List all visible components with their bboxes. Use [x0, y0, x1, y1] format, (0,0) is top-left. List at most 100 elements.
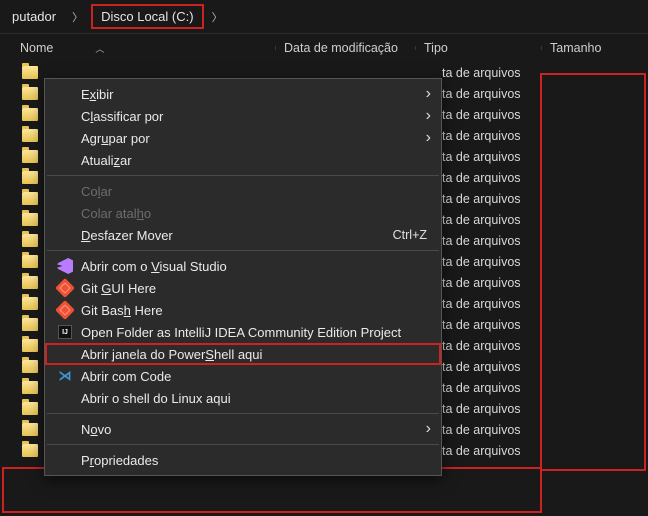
type-label: ta de arquivos — [440, 129, 521, 143]
menu-item-sort-by[interactable]: Classificar por › — [45, 105, 441, 127]
folder-icon — [22, 87, 38, 100]
folder-icon — [22, 66, 38, 79]
menu-item-label: Desfazer Mover — [81, 228, 393, 243]
intellij-icon: IJ — [55, 325, 75, 339]
menu-item-label: Exibir — [81, 87, 420, 102]
column-headers: Nome ︿ Data de modificação Tipo Tamanho — [0, 34, 648, 62]
menu-item-shortcut: Ctrl+Z — [393, 228, 427, 242]
type-label: ta de arquivos — [440, 423, 521, 437]
git-icon — [55, 281, 75, 295]
git-icon — [55, 303, 75, 317]
menu-separator — [47, 175, 439, 176]
type-label: ta de arquivos — [440, 171, 521, 185]
breadcrumb: putador 〉 Disco Local (C:) 〉 — [0, 0, 648, 34]
type-label: ta de arquivos — [440, 108, 521, 122]
menu-item-label: Classificar por — [81, 109, 420, 124]
menu-item-label: Abrir o shell do Linux aqui — [81, 391, 431, 406]
menu-item-open-visual-studio[interactable]: Abrir com o Visual Studio — [45, 255, 441, 277]
type-label: ta de arquivos — [440, 192, 521, 206]
column-header-size-label: Tamanho — [550, 41, 601, 55]
folder-icon — [22, 171, 38, 184]
visual-studio-icon — [55, 258, 75, 274]
menu-item-label: Atualizar — [81, 153, 431, 168]
type-label: ta de arquivos — [440, 255, 521, 269]
menu-item-label: Git GUI Here — [81, 281, 431, 296]
folder-icon — [22, 360, 38, 373]
menu-item-label: Abrir com Code — [81, 369, 431, 384]
folder-icon — [22, 297, 38, 310]
menu-item-label: Colar atalho — [81, 206, 431, 221]
menu-item-linux-shell[interactable]: Abrir o shell do Linux aqui — [45, 387, 441, 409]
menu-item-label: Colar — [81, 184, 431, 199]
folder-icon — [22, 276, 38, 289]
type-label: ta de arquivos — [440, 87, 521, 101]
menu-item-label: Git Bash Here — [81, 303, 431, 318]
type-label: ta de arquivos — [440, 402, 521, 416]
folder-icon — [22, 129, 38, 142]
submenu-arrow-icon: › — [426, 130, 431, 146]
menu-item-label: Abrir janela do PowerShell aqui — [81, 347, 431, 362]
folder-icon — [22, 108, 38, 121]
type-label: ta de arquivos — [440, 318, 521, 332]
submenu-arrow-icon: › — [426, 108, 431, 124]
type-label: ta de arquivos — [440, 276, 521, 290]
folder-icon — [22, 381, 38, 394]
menu-item-group-by[interactable]: Agrupar por › — [45, 127, 441, 149]
menu-item-powershell[interactable]: Abrir janela do PowerShell aqui — [45, 343, 441, 365]
sort-ascending-icon: ︿ — [95, 42, 104, 55]
menu-item-label: Agrupar por — [81, 131, 420, 146]
folder-icon — [22, 444, 38, 457]
submenu-arrow-icon: › — [426, 421, 431, 437]
menu-item-label: Propriedades — [81, 453, 431, 468]
folder-icon — [22, 318, 38, 331]
menu-item-git-bash[interactable]: Git Bash Here — [45, 299, 441, 321]
folder-icon — [22, 234, 38, 247]
folder-icon — [22, 339, 38, 352]
column-header-size[interactable]: Tamanho — [542, 41, 642, 55]
folder-icon — [22, 192, 38, 205]
context-menu: Exibir › Classificar por › Agrupar por ›… — [44, 78, 442, 476]
type-label: ta de arquivos — [440, 444, 521, 458]
menu-item-paste-shortcut: Colar atalho — [45, 202, 441, 224]
menu-item-new[interactable]: Novo › — [45, 418, 441, 440]
menu-separator — [47, 250, 439, 251]
column-header-date-label: Data de modificação — [284, 41, 398, 55]
vscode-icon: ⋊ — [55, 368, 75, 384]
menu-item-git-gui[interactable]: Git GUI Here — [45, 277, 441, 299]
folder-icon — [22, 255, 38, 268]
menu-item-intellij[interactable]: IJ Open Folder as IntelliJ IDEA Communit… — [45, 321, 441, 343]
column-header-type[interactable]: Tipo — [416, 41, 542, 55]
submenu-arrow-icon: › — [426, 86, 431, 102]
menu-item-properties[interactable]: Propriedades — [45, 449, 441, 471]
menu-item-refresh[interactable]: Atualizar — [45, 149, 441, 171]
menu-item-paste: Colar — [45, 180, 441, 202]
chevron-right-icon: 〉 — [212, 9, 223, 25]
column-header-type-label: Tipo — [424, 41, 448, 55]
type-label: ta de arquivos — [440, 360, 521, 374]
type-label: ta de arquivos — [440, 213, 521, 227]
breadcrumb-item-computer[interactable]: putador — [4, 5, 64, 28]
breadcrumb-item-drive-c[interactable]: Disco Local (C:) — [91, 4, 203, 29]
chevron-right-icon: 〉 — [72, 9, 83, 25]
menu-item-undo-move[interactable]: Desfazer Mover Ctrl+Z — [45, 224, 441, 246]
folder-icon — [22, 402, 38, 415]
type-label: ta de arquivos — [440, 66, 521, 80]
menu-separator — [47, 413, 439, 414]
menu-item-label: Novo — [81, 422, 420, 437]
menu-item-view[interactable]: Exibir › — [45, 83, 441, 105]
type-label: ta de arquivos — [440, 339, 521, 353]
type-label: ta de arquivos — [440, 297, 521, 311]
folder-icon — [22, 423, 38, 436]
folder-icon — [22, 150, 38, 163]
menu-separator — [47, 444, 439, 445]
menu-item-label: Abrir com o Visual Studio — [81, 259, 431, 274]
menu-item-open-code[interactable]: ⋊ Abrir com Code — [45, 365, 441, 387]
type-label: ta de arquivos — [440, 234, 521, 248]
type-label: ta de arquivos — [440, 381, 521, 395]
column-header-name[interactable]: Nome ︿ — [0, 41, 276, 55]
menu-item-label: Open Folder as IntelliJ IDEA Community E… — [81, 325, 431, 340]
folder-icon — [22, 213, 38, 226]
column-header-name-label: Nome — [20, 41, 53, 55]
column-header-date[interactable]: Data de modificação — [276, 41, 416, 55]
type-label: ta de arquivos — [440, 150, 521, 164]
